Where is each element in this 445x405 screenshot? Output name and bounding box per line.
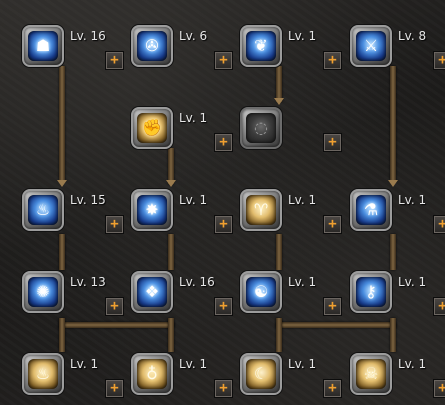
connector: [276, 318, 282, 352]
locked-halo-icon[interactable]: ◌: [240, 107, 282, 149]
skill-level-label: Lv. 6: [179, 29, 208, 43]
connector-arrow: [57, 180, 67, 187]
meditation-orb-icon[interactable]: ☯: [240, 271, 282, 313]
skill-level-label: Lv. 1: [398, 275, 427, 289]
connector: [59, 66, 65, 182]
skill-node: ✺ Lv. 13 +: [22, 271, 124, 323]
level-up-button[interactable]: +: [324, 134, 341, 151]
skill-level-label: Lv. 8: [398, 29, 427, 43]
skill-node: ❖ Lv. 16 +: [131, 271, 233, 323]
skill-level-label: Lv. 1: [288, 193, 317, 207]
skill-level-label: Lv. 16: [179, 275, 215, 289]
skill-node: ⚷ Lv. 1 +: [350, 271, 445, 323]
skull-bag-icon[interactable]: ☠: [350, 353, 392, 395]
skill-level-label: Lv. 1: [179, 193, 208, 207]
skill-level-label: Lv. 13: [70, 275, 106, 289]
skill-node: ✸ Lv. 1 +: [131, 189, 233, 241]
skill-node: ☗ Lv. 16 +: [22, 25, 124, 77]
skill-node: ♨ Lv. 1 +: [22, 353, 124, 405]
connector: [390, 66, 396, 182]
skill-node: ✇ Lv. 6 +: [131, 25, 233, 77]
level-up-button[interactable]: +: [215, 134, 232, 151]
level-up-button[interactable]: +: [324, 380, 341, 397]
level-up-button[interactable]: +: [324, 298, 341, 315]
skill-node: ♨ Lv. 15 +: [22, 189, 124, 241]
connector: [390, 318, 396, 352]
skill-level-label: Lv. 1: [398, 193, 427, 207]
fist-strike-icon[interactable]: ✊: [131, 107, 173, 149]
level-up-button[interactable]: +: [106, 380, 123, 397]
level-up-button[interactable]: +: [434, 52, 445, 69]
level-up-button[interactable]: +: [215, 216, 232, 233]
spirit-summon-icon[interactable]: ♨: [22, 189, 64, 231]
level-up-button[interactable]: +: [106, 298, 123, 315]
flame-bag-icon[interactable]: ♨: [22, 353, 64, 395]
spirit-storm-icon[interactable]: ✺: [22, 271, 64, 313]
sleep-zz-icon[interactable]: ☾: [240, 353, 282, 395]
skill-node: ☠ Lv. 1 +: [350, 353, 445, 405]
rabbit-spirit-icon[interactable]: ❦: [240, 25, 282, 67]
level-up-button[interactable]: +: [434, 298, 445, 315]
level-up-button[interactable]: +: [434, 216, 445, 233]
level-up-button[interactable]: +: [324, 52, 341, 69]
level-up-button[interactable]: +: [106, 52, 123, 69]
sword-icon[interactable]: ⚔: [350, 25, 392, 67]
connector: [59, 318, 65, 352]
skill-level-label: Lv. 1: [179, 111, 208, 125]
key-staff-icon[interactable]: ⚷: [350, 271, 392, 313]
skill-node: ♈ Lv. 1 +: [240, 189, 342, 241]
skill-node: ☾ Lv. 1 +: [240, 353, 342, 405]
level-up-button[interactable]: +: [215, 52, 232, 69]
connector: [168, 318, 174, 352]
skill-level-label: Lv. 16: [70, 29, 106, 43]
skill-node: ☯ Lv. 1 +: [240, 271, 342, 323]
level-up-button[interactable]: +: [215, 380, 232, 397]
connector-arrow: [388, 180, 398, 187]
skill-level-label: Lv. 15: [70, 193, 106, 207]
level-up-button[interactable]: +: [106, 216, 123, 233]
skill-level-label: Lv. 1: [288, 275, 317, 289]
skill-tree-panel: ☗ Lv. 16 + ✇ Lv. 6 + ❦ Lv. 1 + ⚔ Lv. 8 +…: [0, 0, 445, 405]
skill-node: ⚔ Lv. 8 +: [350, 25, 445, 77]
skill-level-label: Lv. 1: [288, 29, 317, 43]
level-up-button[interactable]: +: [215, 298, 232, 315]
potion-flask-icon[interactable]: ⚗: [350, 189, 392, 231]
crystal-shards-icon[interactable]: ❖: [131, 271, 173, 313]
connector-arrow: [274, 98, 284, 105]
skill-node: ⚗ Lv. 1 +: [350, 189, 445, 241]
skill-level-label: Lv. 1: [288, 357, 317, 371]
skill-level-label: Lv. 1: [179, 357, 208, 371]
level-up-button[interactable]: +: [434, 380, 445, 397]
connector-arrow: [166, 180, 176, 187]
level-up-button[interactable]: +: [324, 216, 341, 233]
spinning-wheel-icon[interactable]: ✇: [131, 25, 173, 67]
skill-level-label: Lv. 1: [398, 357, 427, 371]
skill-node: ♁ Lv. 1 +: [131, 353, 233, 405]
skill-level-label: Lv. 1: [70, 357, 99, 371]
skill-node: ❦ Lv. 1 +: [240, 25, 342, 77]
spirit-bust-icon[interactable]: ☗: [22, 25, 64, 67]
skill-node: ✊ Lv. 1 +: [131, 107, 233, 159]
bomb-flask-icon[interactable]: ♁: [131, 353, 173, 395]
ram-horns-icon[interactable]: ♈: [240, 189, 282, 231]
burst-icon[interactable]: ✸: [131, 189, 173, 231]
skill-node: ◌ +: [240, 107, 342, 159]
